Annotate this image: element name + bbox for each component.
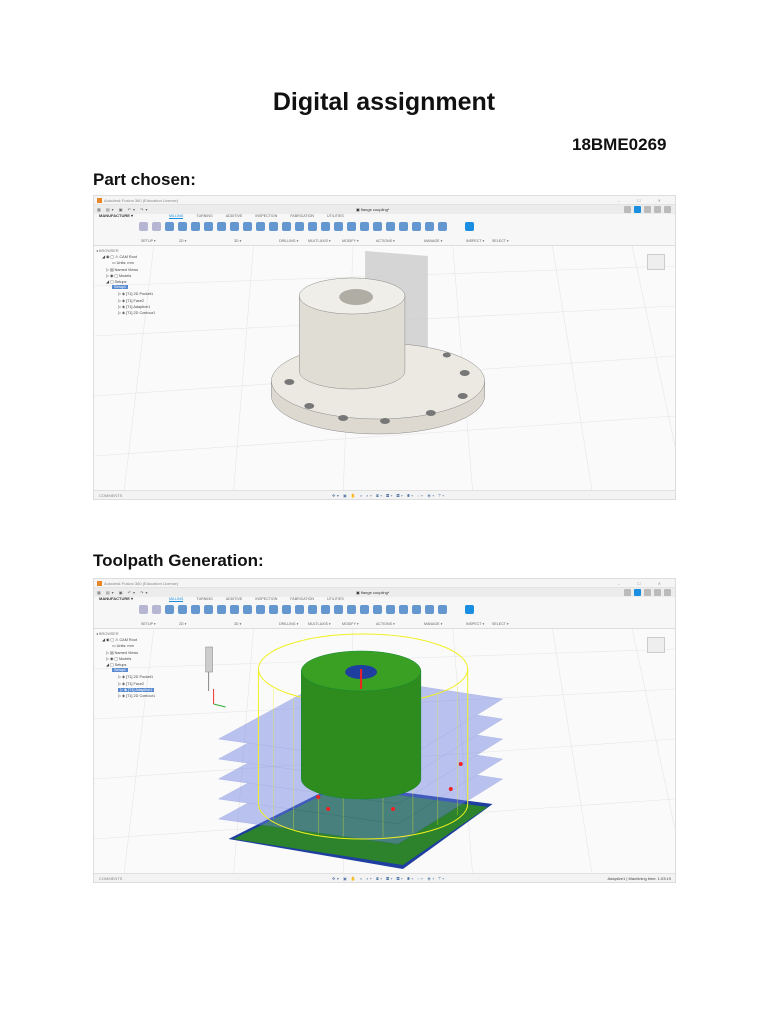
heading-part-chosen: Part chosen:	[93, 170, 196, 189]
ribbon-tabs: MILLING TURNING ADDITIVE INSPECTION FABRICAT…	[169, 214, 344, 219]
machining-status: Adaptive1 | Machining time: 1:03:19	[607, 876, 671, 881]
tab-utilities[interactable]: UTILITIES	[327, 597, 344, 602]
group-manage[interactable]: MANAGE ▾	[424, 622, 442, 626]
comments-label[interactable]: COMMENTS	[99, 493, 122, 498]
tab-milling[interactable]: MILLING	[169, 214, 184, 219]
quick-access-icons[interactable]: ▦ ▤▾ ▣ ↶▾ ↷▾	[97, 207, 150, 212]
group-2d[interactable]: 2D ▾	[179, 239, 186, 243]
group-drilling[interactable]: DRILLING ▾	[279, 239, 298, 243]
document-tab[interactable]: ▣ flange coupling*	[356, 590, 389, 595]
tab-inspection[interactable]: INSPECTION	[255, 214, 277, 219]
title-bar: Autodesk Fusion 360 (Education License) –…	[94, 579, 675, 588]
group-setup[interactable]: SETUP ▾	[141, 622, 156, 626]
group-inspect[interactable]: INSPECT ▾	[466, 239, 484, 243]
document-tab[interactable]: ▣ flange coupling*	[356, 207, 389, 212]
group-setup[interactable]: SETUP ▾	[141, 239, 156, 243]
quick-access-bar: ▦ ▤▾ ▣ ↶▾ ↷▾ ▣ flange coupling*	[94, 588, 675, 597]
quick-access-bar: ▦ ▤▾ ▣ ↶▾ ↷▾ ▣ flange coupling*	[94, 205, 675, 214]
window-title: Autodesk Fusion 360 (Education License)	[104, 198, 179, 203]
tab-turning[interactable]: TURNING	[196, 214, 212, 219]
app-logo-icon	[97, 198, 102, 203]
app-logo-icon	[97, 581, 102, 586]
ribbon-icons[interactable]	[139, 605, 474, 614]
heading-toolpath: Toolpath Generation:	[93, 551, 264, 570]
operation-item[interactable]: ▷ ◈ [T1] 2D Contour1	[96, 693, 188, 699]
operation-selected: ▷ ◈ [T1] Adaptive1	[118, 687, 155, 692]
group-modify[interactable]: MODIFY ▾	[342, 622, 359, 626]
tab-additive[interactable]: ADDITIVE	[226, 597, 243, 602]
comments-bar: COMMENTS ✥▾ ▣ ✋ ⌕ ⌕▾ ▣▾ ▦▾ ▦▾ ◉▾ ◌▾ ◈▾ ⊤▾	[94, 490, 675, 499]
tab-additive[interactable]: ADDITIVE	[226, 214, 243, 219]
tab-milling[interactable]: MILLING	[169, 597, 184, 602]
navigation-toolbar[interactable]: ✥▾ ▣ ✋ ⌕ ⌕▾ ▣▾ ▦▾ ▦▾ ◉▾ ◌▾ ◈▾ ⊤▾	[332, 493, 446, 498]
operation-item[interactable]: ▷ ◈ [T1] 2D Contour1	[96, 310, 188, 316]
tab-fabrication[interactable]: FABRICATION	[290, 214, 314, 219]
tab-inspection[interactable]: INSPECTION	[255, 597, 277, 602]
window-title: Autodesk Fusion 360 (Education License)	[104, 581, 179, 586]
browser-panel: ◂ BROWSER ◢ ◉ ▢ ⚠ CAM Root ▭ Units: mm ▷…	[96, 248, 188, 316]
group-actions[interactable]: ACTIONS ▾	[376, 239, 395, 243]
fusion-screenshot-part: Autodesk Fusion 360 (Education License) –…	[93, 195, 676, 500]
group-manage[interactable]: MANAGE ▾	[424, 239, 442, 243]
tool-icon	[205, 646, 213, 673]
window-controls[interactable]: – ☐ ✕	[618, 581, 669, 586]
group-multi-axis[interactable]: MULTI-AXIS ▾	[308, 239, 331, 243]
account-icons[interactable]	[624, 589, 671, 596]
browser-panel: ◂ BROWSER ◢ ◉ ▢ ⚠ CAM Root ▭ Units: mm ▷…	[96, 631, 188, 699]
group-select[interactable]: SELECT ▾	[492, 239, 509, 243]
fusion-screenshot-toolpath: Autodesk Fusion 360 (Education License) –…	[93, 578, 676, 883]
comments-bar: COMMENTS ✥▾ ▣ ✋ ⌕ ⌕▾ ▣▾ ▦▾ ▦▾ ◉▾ ◌▾ ◈▾ ⊤▾…	[94, 873, 675, 882]
comments-label[interactable]: COMMENTS	[99, 876, 122, 881]
group-3d[interactable]: 3D ▾	[234, 622, 241, 626]
window-controls[interactable]: – ☐ ✕	[618, 198, 669, 203]
group-actions[interactable]: ACTIONS ▾	[376, 622, 395, 626]
ribbon-icons[interactable]	[139, 222, 474, 231]
group-inspect[interactable]: INSPECT ▾	[466, 622, 484, 626]
group-2d[interactable]: 2D ▾	[179, 622, 186, 626]
tab-utilities[interactable]: UTILITIES	[327, 214, 344, 219]
group-drilling[interactable]: DRILLING ▾	[279, 622, 298, 626]
group-select[interactable]: SELECT ▾	[492, 622, 509, 626]
tab-turning[interactable]: TURNING	[196, 597, 212, 602]
group-multi-axis[interactable]: MULTI-AXIS ▾	[308, 622, 331, 626]
navigation-toolbar[interactable]: ✥▾ ▣ ✋ ⌕ ⌕▾ ▣▾ ▦▾ ▦▾ ◉▾ ◌▾ ◈▾ ⊤▾	[332, 876, 446, 881]
quick-access-icons[interactable]: ▦ ▤▾ ▣ ↶▾ ↷▾	[97, 590, 150, 595]
account-icons[interactable]	[624, 206, 671, 213]
title-bar: Autodesk Fusion 360 (Education License) –…	[94, 196, 675, 205]
group-modify[interactable]: MODIFY ▾	[342, 239, 359, 243]
workspace-dropdown[interactable]: MANUFACTURE ▾	[99, 213, 133, 218]
view-cube[interactable]	[647, 637, 665, 653]
ribbon-tabs: MILLING TURNING ADDITIVE INSPECTION FABRICAT…	[169, 597, 344, 602]
group-3d[interactable]: 3D ▾	[234, 239, 241, 243]
registration-number: 18BME0269	[572, 135, 667, 154]
setup-label: Setup1	[112, 285, 129, 290]
view-cube[interactable]	[647, 254, 665, 270]
tab-fabrication[interactable]: FABRICATION	[290, 597, 314, 602]
document-title: Digital assignment	[272, 88, 496, 116]
workspace-dropdown[interactable]: MANUFACTURE ▾	[99, 596, 133, 601]
setup-label: Setup1	[112, 668, 129, 673]
